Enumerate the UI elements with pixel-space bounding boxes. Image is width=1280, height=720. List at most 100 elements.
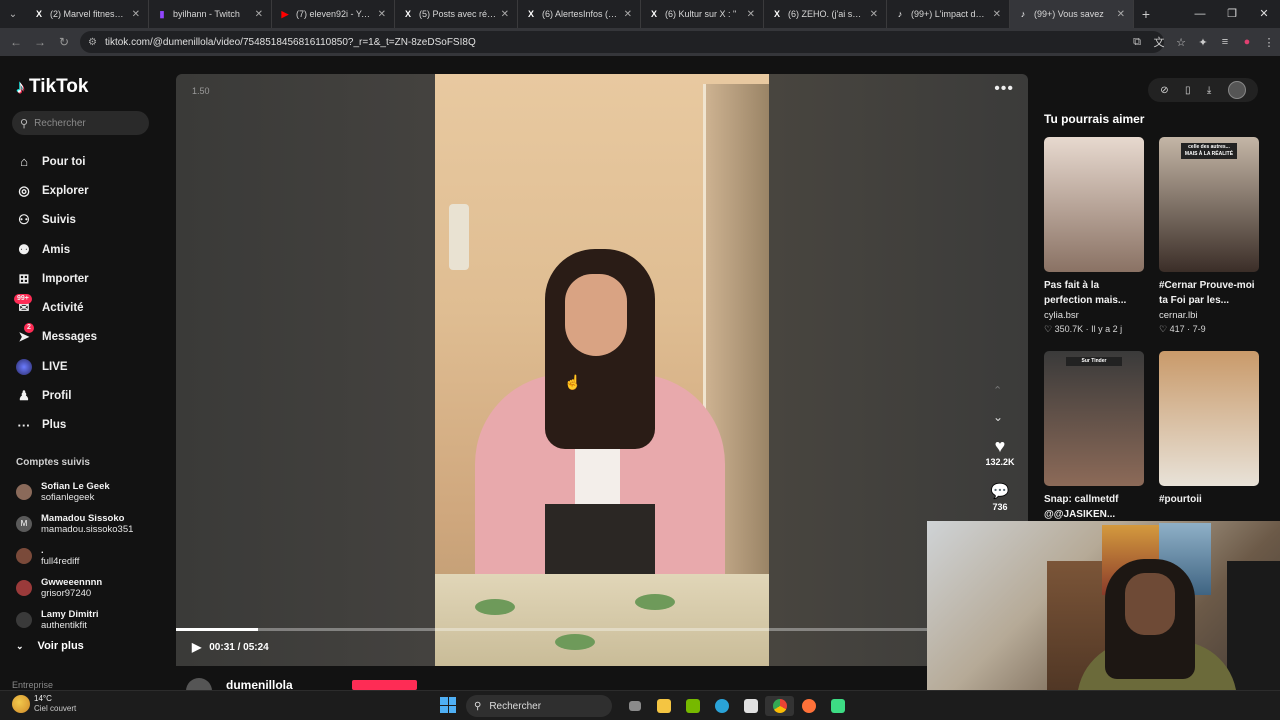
close-tab-icon[interactable]: ✕ xyxy=(624,9,632,20)
browser-tab[interactable]: X (2) Marvel fitness #e ✕ xyxy=(26,0,149,28)
sidebar-item-explorer[interactable]: ◎ Explorer xyxy=(16,176,156,205)
forward-icon[interactable]: → xyxy=(28,35,52,49)
user-avatar[interactable] xyxy=(1227,81,1246,99)
close-tab-icon[interactable]: ✕ xyxy=(255,9,263,20)
translate-icon[interactable]: 文 xyxy=(1148,34,1170,50)
recommended-video-card[interactable]: #pourtoiimeryl270 xyxy=(1159,351,1259,535)
followed-account[interactable]: Gwweeennnn grisor97240 xyxy=(16,572,161,604)
sidebar-footer[interactable]: Entreprise xyxy=(12,680,53,690)
comment-button[interactable]: 💬 736 xyxy=(980,482,1020,512)
video-frame xyxy=(435,74,769,666)
account-handle: mamadou.sissoko351 xyxy=(41,524,134,535)
sidebar-item-pour-toi[interactable]: ⌂ Pour toi xyxy=(16,147,156,176)
store-icon[interactable] xyxy=(736,696,765,716)
close-tab-icon[interactable]: ✕ xyxy=(993,9,1001,20)
sidebar-item-label: Activité xyxy=(42,302,84,315)
search-input[interactable]: ⚲ Rechercher xyxy=(12,111,149,135)
new-tab-button[interactable]: + xyxy=(1134,6,1158,22)
extensions-icon[interactable]: ✦ xyxy=(1192,36,1214,49)
file-explorer-icon[interactable] xyxy=(649,696,678,716)
video-player[interactable]: 1.50 ••• ⌃ ⌄ ♥ 132.2K 💬 736 ▶ 00:31 / 05… xyxy=(176,74,1028,666)
video-progress-bar[interactable] xyxy=(176,628,1028,631)
next-video-icon[interactable]: ⌄ xyxy=(993,410,1003,424)
card-stats: ♡ 417 · 7-9 xyxy=(1159,324,1206,334)
close-tab-icon[interactable]: ✕ xyxy=(132,9,140,20)
media-control-icon[interactable]: ≡ xyxy=(1214,36,1236,48)
close-tab-icon[interactable]: ✕ xyxy=(1117,9,1125,20)
sidebar-item-profil[interactable]: ♟ Profil xyxy=(16,381,156,410)
x-logo-icon: X xyxy=(650,9,657,19)
taskbar-search[interactable]: ⚲ Rechercher xyxy=(466,695,612,717)
browser-tab-strip: ⌄ X (2) Marvel fitness #e ✕ ▮ byilhann - Twi… xyxy=(0,0,1280,28)
close-tab-icon[interactable]: ✕ xyxy=(747,9,755,20)
sidebar-item-suivis[interactable]: ⚇ Suivis xyxy=(16,206,156,235)
see-more-button[interactable]: ⌄ Voir plus xyxy=(16,640,84,652)
sidebar-item-importer[interactable]: ⊞ Importer xyxy=(16,264,156,293)
browser-tab[interactable]: X (6) ZEHO. (j'ai sauté) ✕ xyxy=(764,0,887,28)
browser-tab[interactable]: ♪ (99+) L'impact des vê ✕ xyxy=(887,0,1010,28)
more-options-icon[interactable]: ••• xyxy=(994,80,1014,98)
previous-video-icon[interactable]: ⌃ xyxy=(993,384,1002,397)
tab-search-chevron-icon[interactable]: ⌄ xyxy=(0,0,26,28)
weather-temp: 14°C xyxy=(34,694,52,703)
browser-tab[interactable]: ▶ (7) eleven92i - YouTu ✕ xyxy=(272,0,395,28)
progress-fill xyxy=(176,628,258,631)
close-tab-icon[interactable]: ✕ xyxy=(870,9,878,20)
edge-icon[interactable] xyxy=(707,696,736,716)
sidebar-item-plus[interactable]: ··· Plus xyxy=(16,411,156,440)
avatar xyxy=(16,612,32,628)
sidebar-item-messages[interactable]: ➤ 2 Messages xyxy=(16,323,156,352)
sidebar-item-activit-[interactable]: ✉ 99+ Activité xyxy=(14,293,156,322)
firefox-icon[interactable] xyxy=(794,696,823,716)
site-info-icon[interactable]: ⚙ xyxy=(88,37,97,48)
browser-tab[interactable]: X (6) Kultur sur X : " ✕ xyxy=(641,0,764,28)
browser-menu-icon[interactable]: ⋮ xyxy=(1258,36,1280,49)
address-bar[interactable]: ⚙ tiktok.com/@dumenillola/video/75485184… xyxy=(80,31,1164,53)
account-handle: grisor97240 xyxy=(41,588,92,599)
close-window-icon[interactable]: ✕ xyxy=(1248,0,1280,28)
followed-account[interactable]: . full4rediff xyxy=(16,540,161,572)
bookmark-star-icon[interactable]: ☆ xyxy=(1170,36,1192,49)
recommended-video-card[interactable]: celle des autres... MAIS À LA RÉALITÉ #Ce… xyxy=(1159,137,1259,335)
profile-avatar-icon[interactable]: ● xyxy=(1236,36,1258,48)
sidebar-item-amis[interactable]: ⚉ Amis xyxy=(16,235,156,264)
playback-speed[interactable]: 1.50 xyxy=(192,86,210,96)
task-view-icon[interactable] xyxy=(620,696,649,716)
browser-tab[interactable]: X (6) AlertesInfos (@Al ✕ xyxy=(518,0,641,28)
followed-account[interactable]: Sofian Le Geek sofianlegeek xyxy=(16,476,161,508)
play-icon[interactable]: ▶ xyxy=(192,640,201,654)
messages-icon: ➤ 2 xyxy=(16,323,34,345)
close-tab-icon[interactable]: ✕ xyxy=(378,9,386,20)
follow-button[interactable] xyxy=(352,680,417,690)
nvidia-icon[interactable] xyxy=(678,696,707,716)
coin-icon[interactable]: ⊘ xyxy=(1160,85,1168,96)
recommended-video-card[interactable]: Sur Tinder Snap: callmetdf @@JASIKEN... xyxy=(1044,351,1144,522)
browser-tab[interactable]: ♪ (99+) Vous savez ✕ xyxy=(1010,0,1134,28)
download-icon[interactable]: ⤓ xyxy=(1207,85,1211,96)
account-name: . xyxy=(41,545,44,556)
back-icon[interactable]: ← xyxy=(4,35,28,49)
logo-text: TikTok xyxy=(29,76,89,97)
windows-start-icon[interactable] xyxy=(440,697,456,713)
app-icon[interactable] xyxy=(823,696,852,716)
install-icon[interactable]: ⧉ xyxy=(1126,36,1148,49)
like-button[interactable]: ♥ 132.2K xyxy=(980,436,1020,467)
followed-account[interactable]: M Mamadou Sissoko mamadou.sissoko351 xyxy=(16,508,161,540)
minimize-icon[interactable]: — xyxy=(1184,0,1216,28)
notification-badge: 99+ xyxy=(14,294,32,305)
recommended-video-card[interactable]: Pas fait à la perfection mais... cylia.bs… xyxy=(1044,137,1144,335)
tab-title: (6) AlertesInfos (@Al xyxy=(542,9,620,19)
tiktok-logo[interactable]: ♪ TikTok xyxy=(16,76,88,98)
sidebar-item-live[interactable]: ● LIVE xyxy=(16,352,156,381)
comment-count: 736 xyxy=(992,502,1008,512)
browser-tab[interactable]: X (5) Posts avec répons ✕ xyxy=(395,0,518,28)
followed-account[interactable]: Lamy Dimitri authentikfit xyxy=(16,604,161,636)
restore-icon[interactable]: ❐ xyxy=(1216,0,1248,28)
browser-tab[interactable]: ▮ byilhann - Twitch ✕ xyxy=(149,0,272,28)
account-handle: sofianlegeek xyxy=(41,492,95,503)
weather-widget[interactable]: 14°C Ciel couvert xyxy=(12,694,76,714)
close-tab-icon[interactable]: ✕ xyxy=(501,9,509,20)
chrome-icon[interactable] xyxy=(765,696,794,716)
device-icon[interactable]: ▯ xyxy=(1185,85,1191,96)
reload-icon[interactable]: ↻ xyxy=(52,35,76,49)
